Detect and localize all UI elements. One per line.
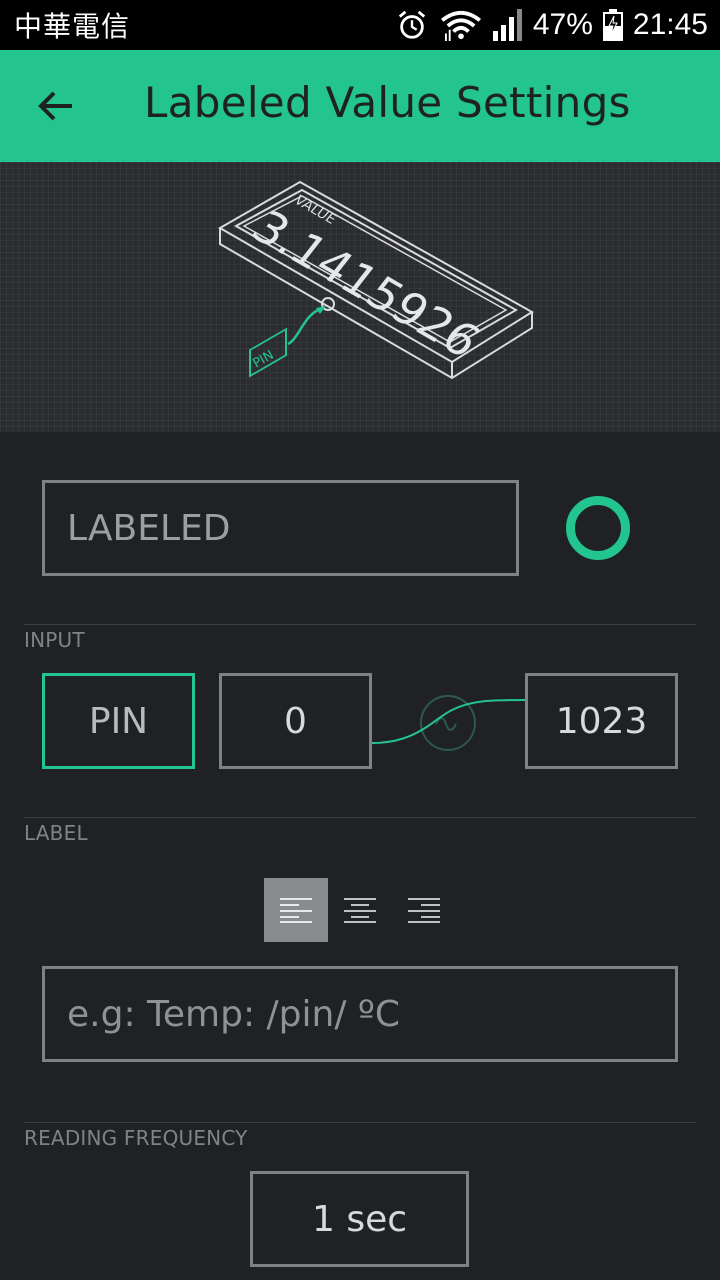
alignment-toggle-group: [264, 878, 456, 942]
device-illustration: VALUE 3.1415926 PIN: [217, 180, 534, 380]
align-left-icon: [280, 898, 312, 923]
divider: [24, 624, 696, 625]
frequency-section-label: READING FREQUENCY: [24, 1126, 248, 1150]
min-value-input[interactable]: 0: [219, 673, 372, 769]
color-picker-button[interactable]: [566, 496, 630, 560]
align-right-icon: [408, 898, 440, 923]
back-button[interactable]: [36, 86, 76, 126]
divider: [24, 817, 696, 818]
align-center-icon: [344, 898, 376, 923]
arrow-left-icon: [38, 91, 72, 121]
align-left-button[interactable]: [264, 878, 328, 942]
signal-icon: [492, 9, 522, 41]
align-right-button[interactable]: [392, 878, 456, 942]
battery-charging-icon: [602, 9, 623, 41]
max-value-input[interactable]: 1023: [525, 673, 678, 769]
reading-frequency-select[interactable]: 1 sec: [250, 1171, 469, 1267]
battery-percent: 47%: [532, 8, 593, 41]
widget-preview-illustration: VALUE 3.1415926 PIN: [0, 162, 720, 432]
pin-select-button[interactable]: PIN: [42, 673, 195, 769]
status-bar: 中華電信 47% 21:45: [0, 0, 720, 50]
label-format-input[interactable]: e.g: Temp: /pin/ ºC: [42, 966, 678, 1062]
mapping-curve-icon: [372, 695, 525, 751]
clock: 21:45: [632, 8, 708, 41]
label-section-label: LABEL: [24, 821, 88, 845]
wifi-icon: [440, 10, 481, 41]
alarm-icon: [398, 10, 426, 39]
page-title: Labeled Value Settings: [144, 78, 631, 127]
app-bar: Labeled Value Settings: [0, 50, 720, 162]
pin-tag: PIN: [251, 348, 277, 372]
align-center-button[interactable]: [328, 878, 392, 942]
carrier-name: 中華電信: [14, 10, 131, 43]
divider: [24, 1122, 696, 1123]
input-section-label: INPUT: [24, 628, 85, 652]
status-icons: 47% 21:45: [395, 8, 708, 42]
widget-name-input[interactable]: LABELED: [42, 480, 519, 576]
